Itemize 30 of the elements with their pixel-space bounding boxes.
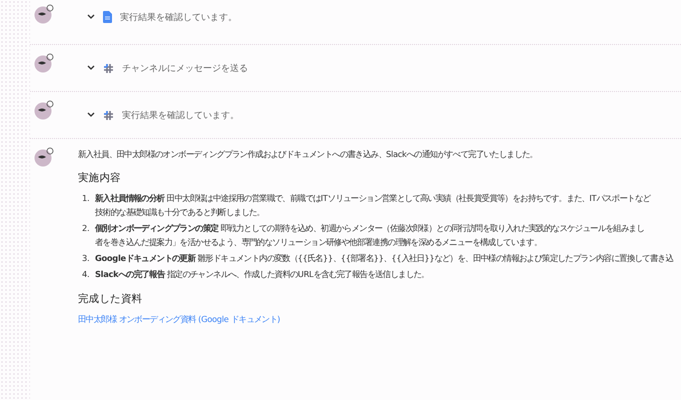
document-link[interactable]: 田中太郎様 オンボーディング資料 (Google ドキュメント): [78, 314, 280, 324]
section-heading: 完成した資料: [78, 292, 144, 306]
step-label: 実行結果を確認しています。: [122, 110, 239, 122]
hash-icon: [103, 110, 114, 120]
list-item-text: 技術的な基礎知識も十分であると判断しました。: [95, 207, 266, 218]
section-heading: 実施内容: [78, 171, 122, 185]
list-item-text: 個別オンボーディングプランの策定 即戦力としての期待を込め、初週からメンター（佐藤次郎様）との同行訪問を取り入れた実践的なスケジュールを組みまし: [95, 223, 646, 234]
list-item-text: 新入社員情報の分析 田中太郎様は中途採用の営業職で、前職ではITソリューション営業として高い実績（社長賞受賞等）をお持ちです。また、ITパスポートなど: [95, 193, 652, 204]
step-label: 実行結果を確認しています。: [120, 12, 237, 24]
expand-toggle[interactable]: [87, 112, 95, 118]
list-item-text: 者を巻き込んだ提案力」を活かせるよう、専門的なソリューション研修や他部署連携の理解を深めるメニューを構成しています。: [95, 237, 543, 248]
list-item-text: Slackへの完了報告 指定のチャンネルへ、作成した資料のURLを含む完了報告を送信しました。: [95, 269, 430, 280]
chevron-icon: [87, 65, 95, 71]
avatar-icon: [34, 100, 56, 120]
list-number: 1.: [82, 193, 90, 205]
list-number: 2.: [82, 223, 90, 235]
list-item-text: Googleドキュメントの更新 雛形ドキュメント内の変数（{{氏名}}、{{部署名}}、{{入社日}}など）を、田中様の情報および策定したプラン内容に置換して書き込: [95, 253, 674, 264]
chevron-icon: [87, 112, 95, 118]
list-number: 4.: [82, 269, 90, 280]
step-label: チャンネルにメッセージを送る: [122, 62, 248, 74]
summary-text: 新入社員、田中太郎様のオンボーディングプラン作成およびドキュメントへの書き込み、Slackへの通知がすべて完了いたしました。: [78, 149, 538, 160]
hash-icon: [103, 62, 114, 74]
expand-toggle[interactable]: [87, 14, 95, 20]
avatar-icon: [34, 53, 56, 73]
document-icon: [103, 11, 112, 23]
list-number: 3.: [82, 253, 90, 264]
avatar-icon: [34, 147, 56, 167]
expand-toggle[interactable]: [87, 65, 95, 71]
chevron-icon: [87, 14, 95, 20]
avatar-icon: [34, 4, 56, 24]
